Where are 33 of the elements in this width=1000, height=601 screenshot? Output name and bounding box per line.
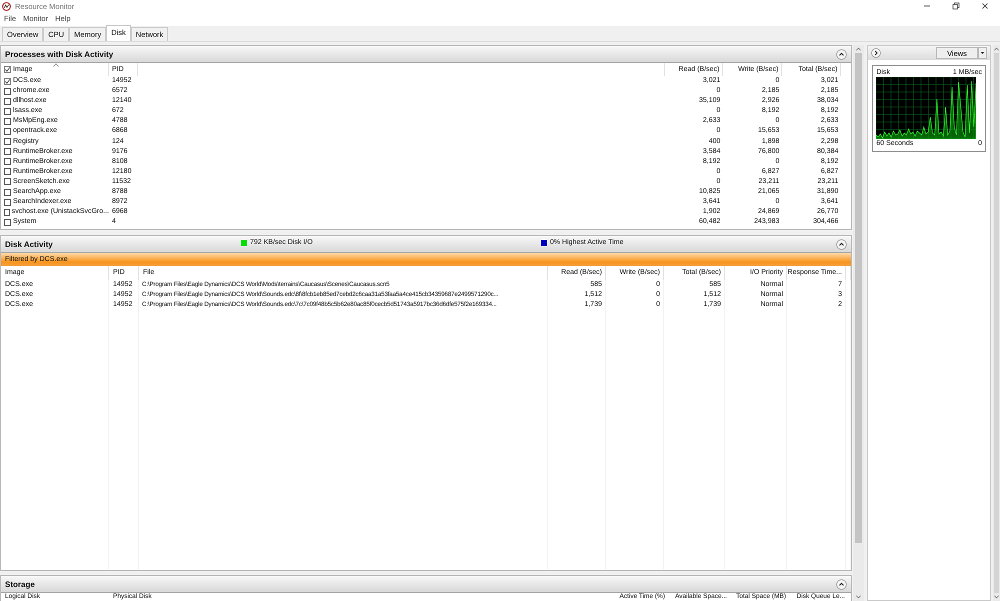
checkbox[interactable] xyxy=(4,78,11,85)
dropdown-icon[interactable] xyxy=(978,47,987,59)
collapse-icon[interactable] xyxy=(836,48,848,60)
checkbox[interactable] xyxy=(4,168,11,176)
checkbox[interactable] xyxy=(4,148,11,156)
checkbox[interactable] xyxy=(4,118,11,125)
scroll-down-icon[interactable] xyxy=(855,594,862,600)
expand-icon[interactable] xyxy=(871,48,882,58)
scroll-down-icon[interactable] xyxy=(993,594,1000,600)
restore-icon[interactable] xyxy=(951,1,961,11)
checkbox[interactable] xyxy=(4,108,11,115)
checkbox[interactable] xyxy=(4,158,11,166)
section-title: Disk Activity xyxy=(5,240,53,249)
checkbox[interactable] xyxy=(4,188,11,196)
collapse-icon[interactable] xyxy=(836,238,848,250)
checkbox[interactable] xyxy=(4,208,10,216)
checkbox[interactable] xyxy=(4,198,11,206)
section-title: Storage xyxy=(5,580,35,588)
checkbox[interactable] xyxy=(4,138,11,146)
checkbox[interactable] xyxy=(4,88,11,95)
checkbox[interactable] xyxy=(4,66,11,73)
section-header[interactable]: Storage xyxy=(1,576,852,593)
section-title: Processes with Disk Activity xyxy=(5,50,114,58)
sort-icon xyxy=(53,63,59,67)
checkbox[interactable] xyxy=(4,128,11,136)
scroll-up-icon[interactable] xyxy=(993,46,1000,52)
checkbox[interactable] xyxy=(4,218,11,226)
close-icon[interactable] xyxy=(980,1,990,11)
checkbox[interactable] xyxy=(4,98,11,105)
collapse-icon[interactable] xyxy=(836,578,848,590)
section-header[interactable]: Processes with Disk Activity xyxy=(1,46,852,63)
checkbox[interactable] xyxy=(4,178,11,186)
scroll-up-icon[interactable] xyxy=(855,46,862,52)
